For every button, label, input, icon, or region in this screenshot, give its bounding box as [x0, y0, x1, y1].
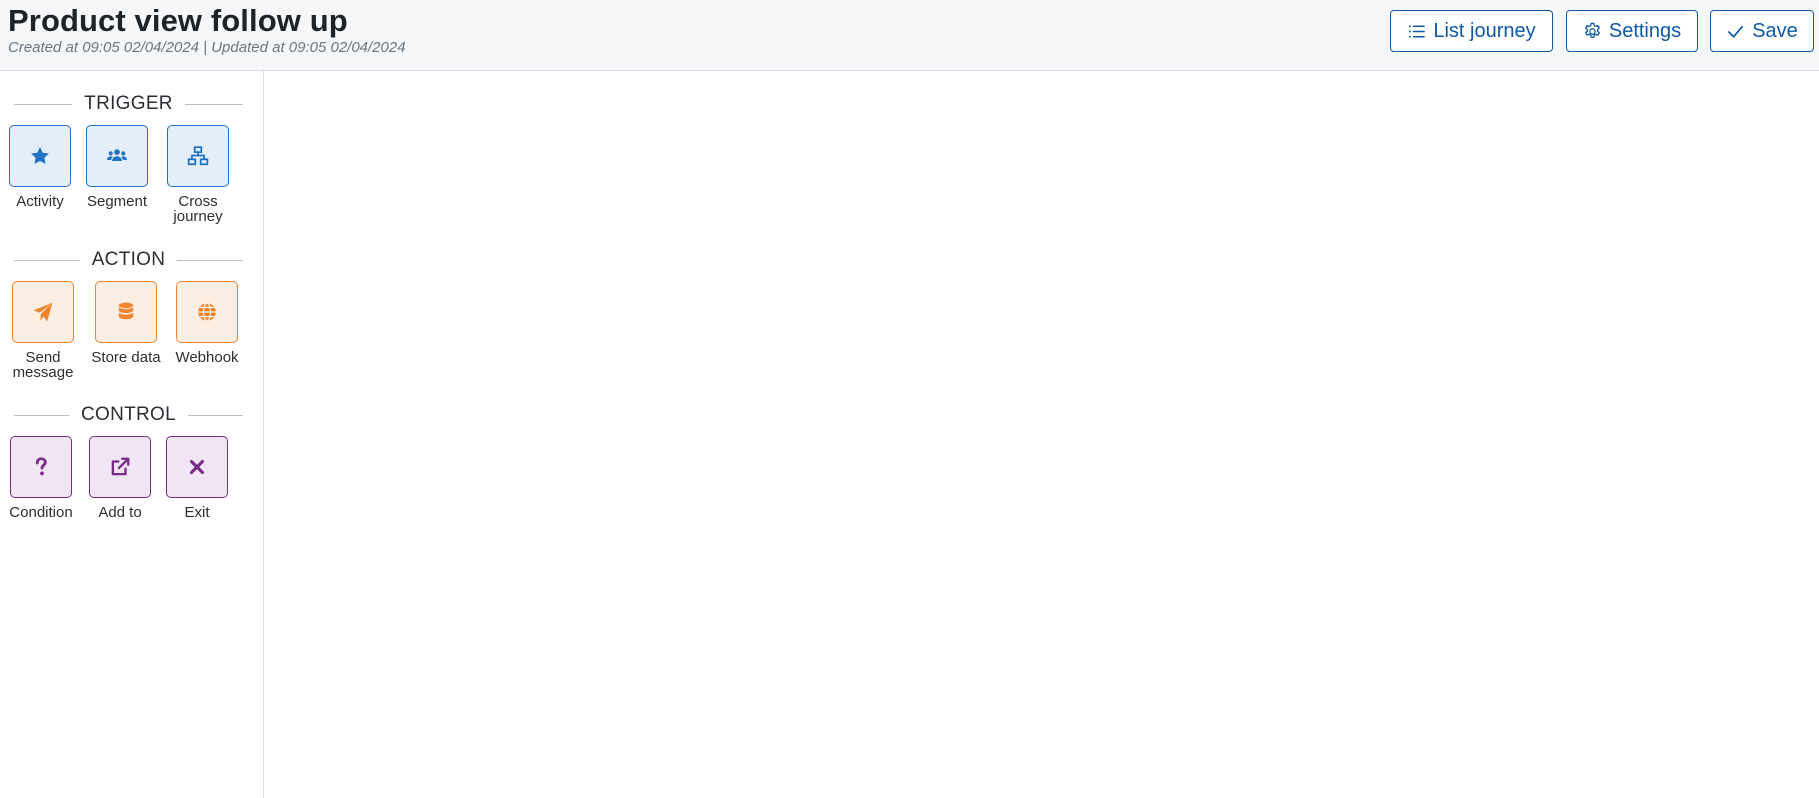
page-header: Product view follow up Created at 09:05 … [0, 0, 1819, 71]
check-icon [1728, 25, 1744, 38]
exit-control-label: Exit [184, 504, 210, 521]
activity-trigger-tile[interactable] [9, 125, 71, 187]
journey-canvas[interactable] [265, 71, 1819, 798]
control-section-title: CONTROL [81, 404, 176, 425]
send-message-action-tile[interactable] [12, 281, 74, 343]
action-section-title: ACTION [91, 249, 166, 270]
add-to-control-tile[interactable] [89, 436, 151, 498]
database-icon [118, 302, 134, 320]
segment-trigger-tile[interactable] [86, 125, 148, 187]
exit-control-tile[interactable] [166, 436, 228, 498]
settings-label: Settings [1608, 19, 1682, 42]
trigger-section-header: TRIGGER [14, 92, 244, 116]
close-icon [189, 459, 205, 475]
condition-control-label: Condition [9, 504, 73, 521]
cross-journey-trigger-tile[interactable] [167, 125, 229, 187]
action-section-header: ACTION [14, 248, 243, 272]
divider [14, 103, 73, 105]
list-icon [1409, 24, 1426, 38]
webhook-action-tile[interactable] [176, 281, 238, 343]
page-timestamps: Created at 09:05 02/04/2024 | Updated at… [8, 39, 406, 56]
users-icon [106, 149, 128, 161]
condition-control-tile[interactable] [10, 436, 72, 498]
divider [184, 103, 244, 105]
store-data-action-label: Store data [91, 349, 161, 366]
gear-icon [1584, 22, 1600, 38]
cross-journey-trigger-label: Cross journey [173, 193, 223, 225]
globe-icon [198, 302, 216, 322]
segment-trigger-label: Segment [86, 193, 148, 210]
save-label: Save [1752, 19, 1798, 42]
list-journey-label: List journey [1433, 19, 1536, 42]
page-title: Product view follow up [8, 3, 348, 38]
save-button[interactable]: Save [1710, 10, 1814, 52]
list-journey-button[interactable]: List journey [1390, 10, 1553, 52]
send-message-action-label: Send message [12, 349, 74, 381]
settings-button[interactable]: Settings [1566, 10, 1698, 52]
external-link-icon [111, 457, 130, 476]
webhook-action-label: Webhook [175, 349, 239, 366]
store-data-action-tile[interactable] [95, 281, 157, 343]
trigger-section-title: TRIGGER [84, 93, 173, 114]
paper-plane-icon [33, 302, 53, 322]
star-icon [31, 146, 49, 164]
divider [188, 414, 243, 416]
question-icon [35, 457, 47, 476]
node-palette-sidebar: TRIGGER Activity Segment Cross journey A… [0, 71, 264, 798]
sitemap-icon [187, 146, 209, 166]
divider [177, 259, 243, 261]
divider [14, 259, 80, 261]
control-section-header: CONTROL [14, 403, 243, 427]
divider [14, 414, 69, 416]
